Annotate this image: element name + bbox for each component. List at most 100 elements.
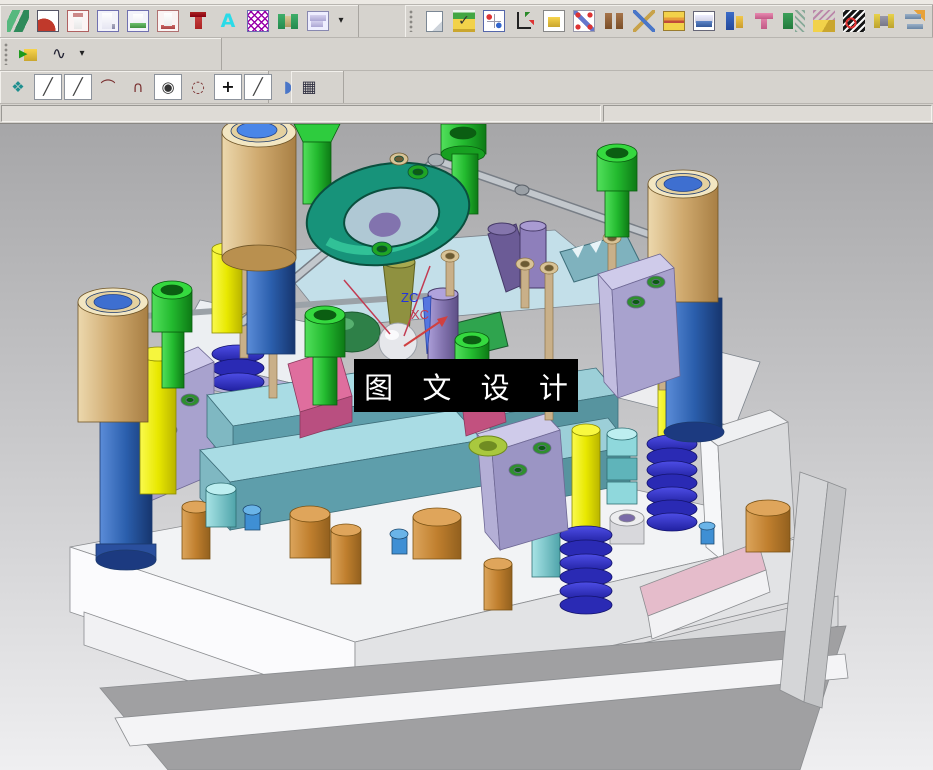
clamp-rail-right[interactable] (598, 254, 680, 398)
shrink-axes-icon (513, 10, 535, 32)
profile-icon: ╱ (37, 76, 59, 98)
arc-button[interactable]: ⌒ (94, 74, 122, 100)
three-point-arc-button[interactable]: ∩ (124, 74, 152, 100)
trim-a-icon: A (217, 10, 239, 32)
grid-icon: ▦ (298, 76, 320, 98)
arc-icon: ⌒ (97, 76, 119, 98)
toolbar-grip[interactable] (4, 43, 11, 65)
parting-surface-button[interactable] (4, 8, 32, 34)
draft-hatch-icon (813, 10, 835, 32)
lifter-button[interactable] (154, 8, 182, 34)
pocket-tool-button[interactable] (750, 8, 778, 34)
parting-stack-button[interactable] (660, 8, 688, 34)
workpiece-button[interactable] (540, 8, 568, 34)
profile-button[interactable]: ╱ (34, 74, 62, 100)
model-canvas[interactable]: ZC XC (0, 124, 933, 770)
ejector-sleeve-icon (97, 10, 119, 32)
wall-hatch-button[interactable] (780, 8, 808, 34)
toolbar-modeling: ▶∿▾ (0, 38, 222, 70)
grid-button[interactable]: ▦ (295, 74, 323, 100)
electrode-button[interactable] (274, 8, 302, 34)
wall-hatch-icon (783, 10, 805, 32)
enter-modeling-icon: ▶ (18, 43, 40, 65)
mold-base-icon (693, 11, 715, 31)
slide-core-button[interactable] (124, 8, 152, 34)
trim-a-button[interactable]: A (214, 8, 242, 34)
draft-hatch-button[interactable] (810, 8, 838, 34)
ejector-pin-button[interactable] (184, 8, 212, 34)
sketch-env-button[interactable]: ❖ (4, 74, 32, 100)
point-button[interactable]: + (214, 74, 242, 100)
insert-brackets-button[interactable] (600, 8, 628, 34)
frame-pins-button[interactable] (870, 8, 898, 34)
guide-pillar-top-left[interactable] (212, 124, 296, 354)
parting-surface-icon (7, 10, 29, 32)
inclined-line-icon: ╱ (247, 76, 269, 98)
ellipse-ref-button[interactable]: ◌ (184, 74, 212, 100)
sketch-env-icon: ❖ (7, 76, 29, 98)
mold-csys-icon (483, 10, 505, 32)
workpiece-icon (543, 10, 565, 32)
more-arrow-button[interactable]: ▾ (75, 41, 89, 67)
design-trim-icon (903, 10, 925, 32)
graphics-viewport[interactable]: ZC XC 图 文 设 计 (0, 124, 933, 770)
toolbar-grip[interactable] (409, 10, 416, 32)
circle-button[interactable]: ◉ (154, 74, 182, 100)
lifter-icon (157, 10, 179, 32)
toolbar-sketch-extra: ▦ (291, 71, 344, 103)
insert-brackets-icon (603, 10, 625, 32)
stop-washer (610, 510, 644, 544)
mold-base-button[interactable] (690, 8, 718, 34)
pocket-mesh-icon (247, 10, 269, 32)
prompt-cell-left (1, 105, 601, 122)
cavity-layout-button[interactable] (570, 8, 598, 34)
bom-list-button[interactable] (304, 8, 332, 34)
runner-button[interactable] (840, 8, 868, 34)
new-part-button[interactable] (420, 8, 448, 34)
more-arrow-button[interactable]: ▾ (334, 8, 348, 34)
design-trim-button[interactable] (900, 8, 928, 34)
init-project-button[interactable]: ✓ (450, 8, 478, 34)
standard-part-button[interactable] (64, 8, 92, 34)
ab-insert-icon (723, 10, 745, 32)
cavity-core-icon (37, 10, 59, 32)
new-part-icon (426, 11, 443, 32)
enter-modeling-button[interactable]: ▶ (15, 41, 43, 67)
cavity-layout-icon (573, 10, 595, 32)
toolbar-mold-wizard: ✓ (405, 5, 933, 37)
frame-pins-icon (873, 10, 895, 32)
ejector-pin-icon (187, 10, 209, 32)
shrink-axes-button[interactable] (510, 8, 538, 34)
pocket-tool-icon (753, 10, 775, 32)
line-button[interactable]: ╱ (64, 74, 92, 100)
toolbar-sketch: ❖╱╱⌒∩◉◌+╱◗ (0, 71, 269, 103)
wcs-z-label: ZC (401, 290, 418, 305)
runner-icon (843, 10, 865, 32)
toolbar-mold-parts: A▾ (0, 5, 359, 37)
ellipse-ref-icon: ◌ (187, 76, 209, 98)
toolbar-sketch-row: ❖╱╱⌒∩◉◌+╱◗ ▦ (0, 71, 933, 104)
clamp-rail-front-right[interactable] (477, 414, 568, 550)
mold-tools-button[interactable] (630, 8, 658, 34)
watermark-banner: 图 文 设 计 (354, 359, 578, 412)
circle-icon: ◉ (157, 76, 179, 98)
toolbar-mold-parts-row: A▾ ✓ (0, 5, 933, 38)
wcs-x-label: XC (411, 307, 429, 322)
more-arrow-icon: ▾ (77, 43, 87, 65)
ab-insert-button[interactable] (720, 8, 748, 34)
ejector-sleeve-button[interactable] (94, 8, 122, 34)
mold-csys-button[interactable] (480, 8, 508, 34)
point-icon: + (217, 76, 239, 98)
three-point-arc-icon: ∩ (127, 76, 149, 98)
prompt-cell-right (603, 105, 932, 122)
standard-part-icon (67, 10, 89, 32)
inclined-line-button[interactable]: ╱ (244, 74, 272, 100)
cavity-core-button[interactable] (34, 8, 62, 34)
prompt-bar (0, 104, 933, 124)
parting-stack-icon (663, 11, 685, 31)
mold-tools-icon (633, 10, 655, 32)
electrode-icon (277, 10, 299, 32)
pocket-mesh-button[interactable] (244, 8, 272, 34)
spline-curve-button[interactable]: ∿ (45, 41, 73, 67)
init-project-icon: ✓ (453, 10, 475, 32)
